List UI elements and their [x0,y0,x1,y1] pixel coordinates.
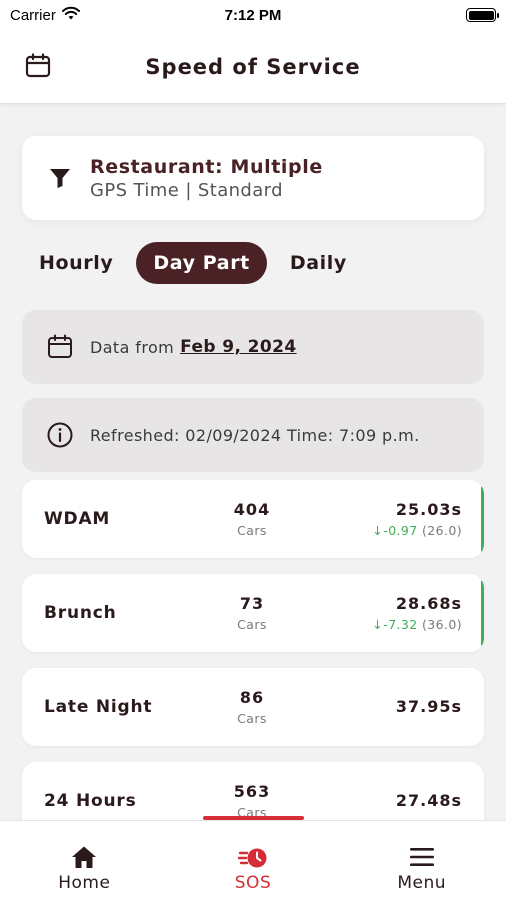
row-name: WDAM [44,509,111,529]
active-tab-indicator [203,816,304,820]
row-cars: 73 Cars [212,594,292,632]
row-name: Brunch [44,603,117,623]
filter-title: Restaurant: Multiple [90,155,323,178]
bottom-nav: Home SOS Menu [0,820,506,900]
filter-icon [48,166,72,190]
calendar-icon [46,333,74,361]
view-tabs: Hourly Day Part Daily [22,242,364,284]
tab-hourly[interactable]: Hourly [22,242,130,284]
info-icon [46,421,74,449]
filter-card[interactable]: Restaurant: Multiple GPS Time | Standard [22,136,484,220]
row-name: Late Night [44,697,153,717]
nav-menu[interactable]: Menu [337,821,506,900]
cars-count: 73 [239,594,265,613]
cars-label: Cars [237,617,267,632]
calendar-button[interactable] [22,50,54,82]
nav-home-label: Home [58,873,111,893]
row-cars: 86 Cars [212,688,292,726]
time-value: 28.68s [395,594,462,613]
time-delta: ↓-7.32 (36.0) [372,617,462,632]
wifi-icon [61,6,80,24]
row-cars: 563 Cars [212,782,292,820]
time-delta: ↓-0.97 (26.0) [372,523,462,538]
down-arrow-icon: ↓ [372,617,384,632]
cars-count: 404 [233,500,271,519]
previous-value: (26.0) [422,523,462,538]
nav-sos[interactable]: SOS [169,821,338,900]
delta-value: -0.97 [383,523,418,538]
sos-timer-icon [238,843,268,871]
tab-day-part[interactable]: Day Part [136,242,267,284]
nav-sos-label: SOS [234,873,272,893]
data-from-label: Data from [90,337,175,357]
time-value: 25.03s [395,500,462,519]
row-time: 37.95s [396,668,462,746]
nav-menu-label: Menu [397,873,447,893]
delta-value: -7.32 [383,617,418,632]
status-bar: Carrier 7:12 PM [0,0,506,30]
battery-icon [466,8,499,22]
filter-subtitle: GPS Time | Standard [90,179,283,201]
app-header: Speed of Service [0,30,506,104]
cars-count: 86 [239,688,265,707]
row-cars: 404 Cars [212,500,292,538]
filter-text: Restaurant: Multiple GPS Time | Standard [90,156,323,201]
down-arrow-icon: ↓ [372,523,384,538]
hamburger-menu-icon [407,843,437,871]
home-icon [69,843,99,871]
carrier-label: Carrier [10,6,56,24]
cars-label: Cars [237,711,267,726]
data-from-card[interactable]: Data from Feb 9, 2024 [22,310,484,384]
status-left: Carrier [10,6,80,24]
row-time: 28.68s ↓-7.32 (36.0) [372,594,462,632]
tab-daily[interactable]: Daily [273,242,364,284]
status-accent-bar [481,580,484,646]
cars-label: Cars [237,523,267,538]
data-from-date-link[interactable]: Feb 9, 2024 [180,337,296,357]
calendar-icon [25,53,51,78]
refreshed-card: Refreshed: 02/09/2024 Time: 7:09 p.m. [22,398,484,472]
refreshed-text: Refreshed: 02/09/2024 Time: 7:09 p.m. [90,425,420,445]
time-value: 37.95s [395,697,462,716]
time-value: 27.48s [395,791,462,810]
daypart-row-brunch[interactable]: Brunch 73 Cars 28.68s ↓-7.32 (36.0) [22,574,484,652]
daypart-row-late-night[interactable]: Late Night 86 Cars 37.95s [22,668,484,746]
status-accent-bar [481,486,484,552]
previous-value: (36.0) [422,617,462,632]
row-time: 25.03s ↓-0.97 (26.0) [372,500,462,538]
nav-home[interactable]: Home [0,821,169,900]
page-title: Speed of Service [145,54,361,79]
cars-count: 563 [233,782,271,801]
daypart-row-wdam[interactable]: WDAM 404 Cars 25.03s ↓-0.97 (26.0) [22,480,484,558]
